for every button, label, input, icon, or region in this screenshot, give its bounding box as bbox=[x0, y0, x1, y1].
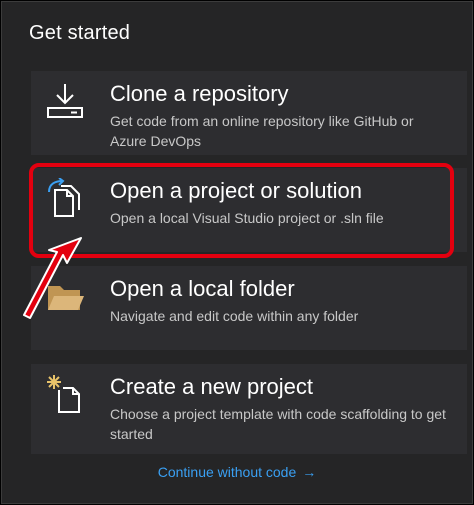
continue-without-code-link[interactable]: Continue without code → bbox=[2, 464, 472, 480]
clone-repository-button[interactable]: Clone a repository Get code from an onli… bbox=[31, 71, 467, 155]
get-started-panel: Get started Clone a repository Get code … bbox=[1, 1, 473, 504]
open-project-icon bbox=[48, 178, 80, 217]
card-title: Clone a repository bbox=[110, 81, 289, 106]
card-description: Open a local Visual Studio project or .s… bbox=[110, 210, 384, 226]
create-project-button[interactable]: Create a new project Choose a project te… bbox=[31, 364, 467, 454]
open-folder-button[interactable]: Open a local folder Navigate and edit co… bbox=[31, 266, 467, 350]
card-title: Open a project or solution bbox=[110, 178, 362, 203]
card-title: Open a local folder bbox=[110, 276, 295, 301]
download-icon bbox=[47, 84, 83, 118]
open-project-button[interactable]: Open a project or solution Open a local … bbox=[31, 168, 467, 252]
card-description: Get code from an online repository like … bbox=[110, 113, 414, 149]
arrow-right-icon: → bbox=[302, 464, 317, 480]
card-description: Choose a project template with code scaf… bbox=[110, 406, 446, 442]
new-project-icon bbox=[47, 375, 80, 413]
continue-label: Continue without code bbox=[157, 464, 297, 480]
panel-heading: Get started bbox=[29, 22, 131, 44]
card-title: Create a new project bbox=[110, 374, 313, 399]
folder-icon bbox=[48, 286, 84, 310]
card-description: Navigate and edit code within any folder bbox=[110, 308, 359, 324]
